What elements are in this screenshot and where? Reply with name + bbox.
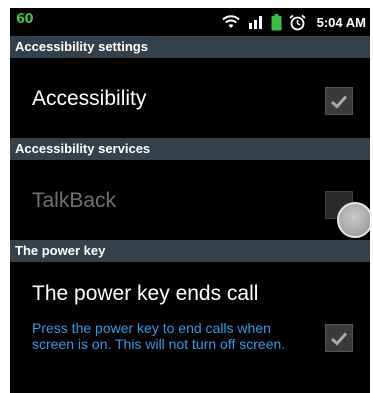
- pref-power-key-title: The power key ends call: [32, 282, 259, 305]
- check-icon: [330, 94, 348, 109]
- touch-indicator: [337, 202, 370, 238]
- status-time: 5:04 AM: [316, 14, 366, 30]
- check-icon: [330, 331, 348, 346]
- battery-icon: [271, 13, 282, 31]
- pref-talkback[interactable]: TalkBack: [10, 160, 370, 240]
- phone-screen: 60 5:04 AM Accessibility settings Access…: [10, 8, 370, 393]
- pref-talkback-title: TalkBack: [32, 189, 117, 212]
- pref-accessibility-title: Accessibility: [32, 87, 147, 110]
- alarm-icon: [289, 14, 306, 31]
- section-header-power-key: The power key: [10, 240, 370, 262]
- wifi-icon: [221, 14, 241, 30]
- pref-power-key-summary: Press the power key to end calls when sc…: [32, 320, 286, 352]
- accessibility-checkbox[interactable]: [325, 87, 353, 115]
- section-header-accessibility-settings: Accessibility settings: [10, 36, 370, 58]
- status-indicator: 60: [16, 12, 34, 27]
- pref-accessibility[interactable]: Accessibility: [10, 58, 370, 134]
- power-key-checkbox[interactable]: [325, 324, 353, 352]
- signal-icon: [248, 14, 264, 30]
- pref-power-key-ends-call[interactable]: The power key ends call Press the power …: [10, 262, 370, 393]
- section-header-accessibility-services: Accessibility services: [10, 138, 370, 160]
- status-icons: 5:04 AM: [221, 12, 366, 32]
- status-bar: 60 5:04 AM: [10, 8, 370, 36]
